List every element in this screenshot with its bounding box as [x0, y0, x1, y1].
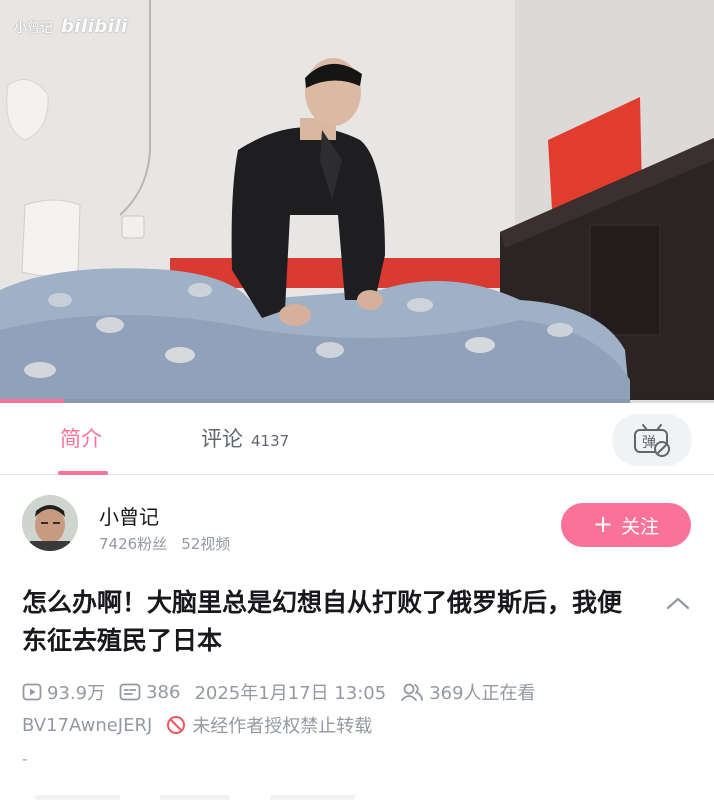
watching-now-value: 369人正在看	[429, 683, 536, 704]
video-description: -	[22, 750, 28, 768]
watching-icon	[401, 683, 424, 701]
avatar-image	[22, 495, 78, 551]
uploader-section: 小曾记 7426粉丝 52视频 + 关注	[0, 475, 714, 565]
view-count-value: 93.9万	[47, 683, 106, 704]
uploader-stats: 7426粉丝 52视频	[99, 533, 230, 554]
view-count: 93.9万	[22, 679, 105, 705]
bilibili-logo: bilibili	[61, 16, 128, 37]
danmaku-count-value: 386	[146, 681, 181, 703]
bvid[interactable]: BV17AwneJERJ	[22, 715, 152, 736]
tag-placeholder	[160, 795, 230, 800]
uploader-name[interactable]: 小曾记	[99, 501, 159, 530]
play-count-icon	[22, 683, 42, 701]
no-repost-icon	[167, 716, 186, 734]
fans-count: 7426粉丝	[99, 535, 168, 553]
copyright-notice-text: 未经作者授权禁止转载	[192, 716, 373, 737]
tab-intro-label: 简介	[60, 427, 102, 451]
tab-comments-label: 评论	[201, 427, 243, 451]
danmaku-toggle-icon: 弹	[634, 424, 670, 457]
video-watermark: 小曾记 bilibili	[14, 16, 128, 37]
follow-button[interactable]: + 关注	[561, 503, 691, 547]
video-meta: 93.9万 386 2025年1月17日 13:05 369人正在看	[22, 679, 712, 705]
tag-placeholder	[35, 795, 120, 800]
bvid-line: BV17AwneJERJ 未经作者授权禁止转载	[22, 712, 372, 738]
copyright-notice: 未经作者授权禁止转载	[166, 712, 372, 738]
video-player[interactable]: 小曾记 bilibili	[0, 0, 714, 403]
watermark-username: 小曾记	[14, 21, 54, 36]
danmaku-count: 386	[119, 682, 180, 703]
expand-chevron-icon[interactable]	[664, 594, 692, 614]
follow-label: 关注	[621, 515, 660, 538]
danmaku-count-icon	[119, 683, 141, 701]
danmaku-icon-char: 弹	[642, 435, 656, 451]
tag-placeholder	[270, 795, 355, 800]
publish-date: 2025年1月17日 13:05	[194, 683, 387, 704]
plus-icon: +	[592, 510, 614, 538]
tab-comments[interactable]: 评论 4137	[201, 423, 289, 453]
danmaku-toggle-button[interactable]: 弹	[612, 414, 692, 466]
watching-now: 369人正在看	[400, 679, 536, 705]
video-title: 怎么办啊！大脑里总是幻想自从打败了俄罗斯后，我便东征去殖民了日本	[22, 588, 623, 655]
detail-tabs: 简介 评论 4137 弹	[0, 403, 714, 475]
video-count: 52视频	[181, 535, 231, 553]
avatar[interactable]	[22, 495, 78, 551]
video-frame	[0, 0, 714, 403]
tab-intro[interactable]: 简介	[58, 423, 108, 475]
comment-count: 4137	[251, 432, 290, 450]
